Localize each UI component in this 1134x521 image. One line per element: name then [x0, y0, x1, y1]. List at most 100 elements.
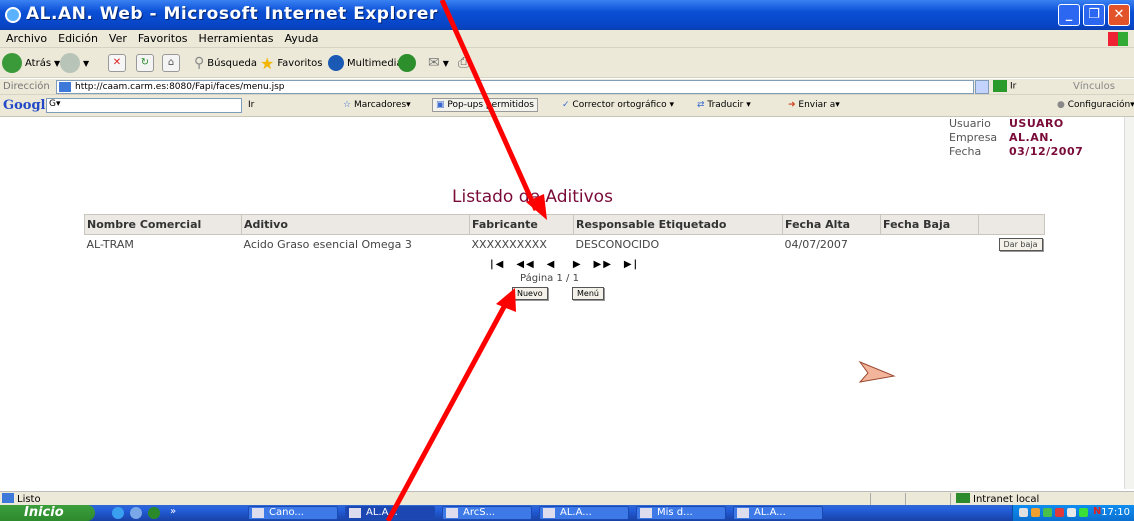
toolbar: Atrás ▼ ▼ ✕ ↻ ⌂ ⚲ Búsqueda ★ Favoritos M…: [0, 48, 1134, 78]
window-titlebar[interactable]: AL.AN. Web - Microsoft Internet Explorer…: [0, 0, 1134, 30]
close-button[interactable]: ✕: [1108, 4, 1130, 26]
search-button[interactable]: ⚲ Búsqueda: [194, 52, 257, 74]
page-icon: [2, 493, 14, 503]
mail-button[interactable]: ✉ ▼: [428, 52, 449, 74]
translate-label: Traducir: [707, 100, 744, 110]
app-quicklaunch-icon[interactable]: [148, 507, 160, 519]
fecha-value: 03/12/2007: [1009, 145, 1084, 158]
maximize-button[interactable]: ❐: [1083, 4, 1105, 26]
col-aditivo: Aditivo: [241, 214, 470, 235]
favorites-button[interactable]: ★ Favoritos: [260, 52, 322, 74]
desktop-quicklaunch-icon[interactable]: [130, 507, 142, 519]
translate-button[interactable]: ⇄ Traducir ▾: [697, 100, 751, 110]
google-search-input[interactable]: G▾: [46, 98, 242, 113]
menu-bar: Archivo Edición Ver Favoritos Herramientas Ay…: [0, 30, 1134, 48]
folder-icon: [640, 508, 652, 518]
spellcheck-button[interactable]: ✓ Corrector ortográfico ▾: [562, 100, 674, 110]
start-button[interactable]: Inicio: [0, 505, 95, 521]
task-cano[interactable]: Cano...: [248, 506, 338, 520]
tray-n-icon[interactable]: N: [1093, 506, 1101, 517]
send-label: Enviar a▾: [798, 100, 840, 110]
menu-ayuda[interactable]: Ayuda: [278, 30, 323, 45]
task-arcs[interactable]: ArcS...: [442, 506, 532, 520]
print-icon: ⎙: [458, 55, 470, 71]
google-go-button[interactable]: Ir: [248, 100, 254, 110]
go-button[interactable]: Ir: [993, 80, 1029, 94]
tray-icon[interactable]: [1055, 508, 1064, 517]
col-nombre-comercial: Nombre Comercial: [84, 214, 242, 235]
spellcheck-label: Corrector ortográfico: [572, 100, 667, 110]
page-icon: [59, 82, 71, 92]
tray-icon[interactable]: [1067, 508, 1076, 517]
task-icon: [349, 508, 361, 518]
nuevo-button[interactable]: Nuevo: [512, 287, 548, 300]
task-label: AL.A...: [754, 507, 786, 518]
cell-fabricante: XXXXXXXXXX: [471, 237, 547, 251]
forward-button[interactable]: ▼: [60, 52, 89, 74]
menu-edicion[interactable]: Edición: [52, 30, 103, 45]
ie-quicklaunch-icon[interactable]: [112, 507, 124, 519]
send-icon: ➜: [788, 100, 799, 110]
page-title: Listado de Aditivos: [452, 187, 613, 207]
minimize-button[interactable]: _: [1058, 4, 1080, 26]
menu-archivo[interactable]: Archivo: [0, 30, 52, 45]
star-icon: ☆: [343, 100, 354, 110]
menu-herramientas[interactable]: Herramientas: [193, 30, 279, 45]
prev-fast-button[interactable]: ◀◀: [516, 259, 535, 270]
task-icon: [252, 508, 264, 518]
usuario-value: USUARO: [1009, 117, 1064, 130]
send-to-button[interactable]: ➜ Enviar a▾: [788, 100, 840, 110]
go-label: Ir: [1010, 81, 1017, 92]
task-label: AL.A...: [366, 507, 398, 518]
address-field[interactable]: http://caam.carm.es:8080/Fapi/faces/menu…: [56, 80, 974, 94]
media-button[interactable]: Multimedia: [328, 52, 403, 74]
tray-icon[interactable]: [1019, 508, 1028, 517]
menu-ver[interactable]: Ver: [103, 30, 132, 45]
aditivos-table: Nombre Comercial Aditivo Fabricante Resp…: [84, 214, 1045, 253]
refresh-button[interactable]: ↻: [136, 52, 154, 74]
print-button[interactable]: ⎙: [458, 52, 469, 74]
dar-baja-button[interactable]: Dar baja: [998, 238, 1043, 251]
table-header-row: Nombre Comercial Aditivo Fabricante Resp…: [84, 214, 1045, 235]
popups-button[interactable]: ▣ Pop-ups permitidos: [432, 98, 538, 112]
prev-page-button[interactable]: ◀: [547, 259, 557, 270]
cell-aditivo: Acido Graso esencial Omega 3: [243, 237, 412, 251]
screen: AL.AN. Web - Microsoft Internet Explorer…: [0, 0, 1134, 521]
tray-icon[interactable]: [1043, 508, 1052, 517]
links-button[interactable]: Vínculos: [1073, 81, 1115, 92]
settings-button[interactable]: ● Configuración▾: [1057, 100, 1134, 110]
tray-icon[interactable]: [1079, 508, 1088, 517]
back-label: Atrás: [25, 57, 52, 69]
home-button[interactable]: ⌂: [162, 52, 180, 74]
pager: |◀ ◀◀ ◀ ▶ ▶▶ ▶|: [490, 259, 639, 270]
mail-icon: ✉: [428, 55, 440, 71]
status-text: Listo: [2, 493, 41, 505]
task-mis-documentos[interactable]: Mis d...: [636, 506, 726, 520]
table-row: AL-TRAM Acido Graso esencial Omega 3 XXX…: [85, 235, 1045, 254]
task-alan-word-1[interactable]: AL.A...: [539, 506, 629, 520]
menu-favoritos[interactable]: Favoritos: [132, 30, 193, 45]
address-dropdown-button[interactable]: [975, 80, 989, 94]
first-page-button[interactable]: |◀: [490, 259, 505, 270]
menu-button[interactable]: Menú: [572, 287, 604, 300]
next-page-button[interactable]: ▶: [573, 259, 583, 270]
quicklaunch-chevron-icon[interactable]: »: [170, 506, 176, 517]
last-page-button[interactable]: ▶|: [624, 259, 639, 270]
status-divider: [870, 493, 871, 505]
tray-icon[interactable]: [1031, 508, 1040, 517]
chevron-down-icon: ▼: [83, 58, 90, 68]
search-icon: ⚲: [194, 55, 205, 71]
address-bar: Dirección http://caam.carm.es:8080/Fapi/…: [0, 79, 1134, 95]
start-label: Inicio: [24, 505, 64, 520]
task-alan-ie[interactable]: AL.A...: [345, 506, 435, 520]
bookmarks-menu[interactable]: ☆ Marcadores▾: [343, 100, 411, 110]
task-label: Mis d...: [657, 507, 693, 518]
back-button[interactable]: Atrás ▼: [2, 52, 60, 74]
go-arrow-icon: [993, 80, 1007, 92]
vertical-scrollbar[interactable]: [1124, 117, 1134, 489]
task-alan-word-2[interactable]: AL.A...: [733, 506, 823, 520]
history-button[interactable]: [398, 52, 416, 74]
next-fast-button[interactable]: ▶▶: [594, 259, 613, 270]
page-info: Página 1 / 1: [520, 273, 579, 284]
stop-button[interactable]: ✕: [108, 52, 126, 74]
